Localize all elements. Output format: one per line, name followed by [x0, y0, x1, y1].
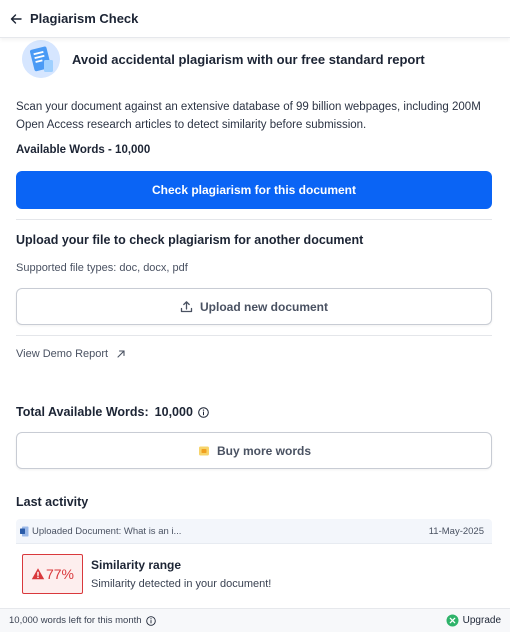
total-words-value: 10,000	[154, 405, 193, 419]
total-words-label: Total Available Words:	[16, 405, 149, 419]
activity-card[interactable]: Uploaded Document: What is an i... 11-Ma…	[16, 519, 492, 607]
similarity-subtitle: Similarity detected in your document!	[91, 578, 272, 590]
check-plagiarism-button[interactable]: Check plagiarism for this document	[16, 171, 492, 209]
document-name: Uploaded Document: What is an i...	[32, 525, 182, 537]
external-arrow-icon	[116, 349, 126, 359]
warning-icon	[31, 567, 45, 581]
hero-title: Avoid accidental plagiarism with our fre…	[72, 51, 425, 67]
upload-icon	[180, 300, 194, 314]
info-icon[interactable]	[145, 615, 156, 626]
view-demo-report-link[interactable]: View Demo Report	[16, 348, 126, 360]
hero: Avoid accidental plagiarism with our fre…	[22, 40, 425, 78]
buy-button-label: Buy more words	[216, 443, 312, 458]
document-scan-illustration	[22, 40, 60, 78]
footer-bar: 10,000 words left for this month Upgrade	[0, 608, 510, 632]
supported-file-types: Supported file types: doc, docx, pdf	[16, 262, 188, 274]
upload-new-document-button[interactable]: Upload new document	[16, 288, 492, 325]
word-document-icon	[20, 526, 29, 537]
upgrade-button[interactable]: Upgrade	[446, 614, 501, 627]
coin-icon	[197, 444, 211, 458]
total-available-words: Total Available Words: 10,000	[16, 405, 209, 419]
info-icon[interactable]	[198, 406, 209, 418]
available-words-label: Available Words - 10,000	[16, 144, 151, 156]
words-left-text: 10,000 words left for this month	[9, 615, 142, 626]
similarity-value: 77%	[45, 566, 75, 582]
similarity-title: Similarity range	[91, 558, 182, 572]
upgrade-icon	[446, 614, 459, 627]
upload-button-label: Upload new document	[199, 299, 328, 314]
demo-link-label: View Demo Report	[16, 348, 109, 360]
arrow-left-icon[interactable]	[8, 11, 24, 27]
buy-more-words-button[interactable]: Buy more words	[16, 432, 492, 469]
upload-section-title: Upload your file to check plagiarism for…	[16, 233, 364, 247]
divider	[16, 219, 492, 220]
divider	[16, 335, 492, 336]
upgrade-label: Upgrade	[462, 615, 501, 626]
similarity-badge: 77%	[22, 554, 83, 594]
page-title: Plagiarism Check	[30, 11, 139, 26]
activity-header: Uploaded Document: What is an i... 11-Ma…	[16, 519, 492, 544]
main-content: Avoid accidental plagiarism with our fre…	[0, 38, 510, 608]
document-date: 11-May-2025	[428, 525, 484, 537]
last-activity-title: Last activity	[16, 495, 89, 509]
app-header: Plagiarism Check	[0, 0, 510, 38]
activity-body: 77% Similarity range Similarity detected…	[16, 544, 492, 607]
description-text: Scan your document against an extensive …	[16, 101, 481, 131]
